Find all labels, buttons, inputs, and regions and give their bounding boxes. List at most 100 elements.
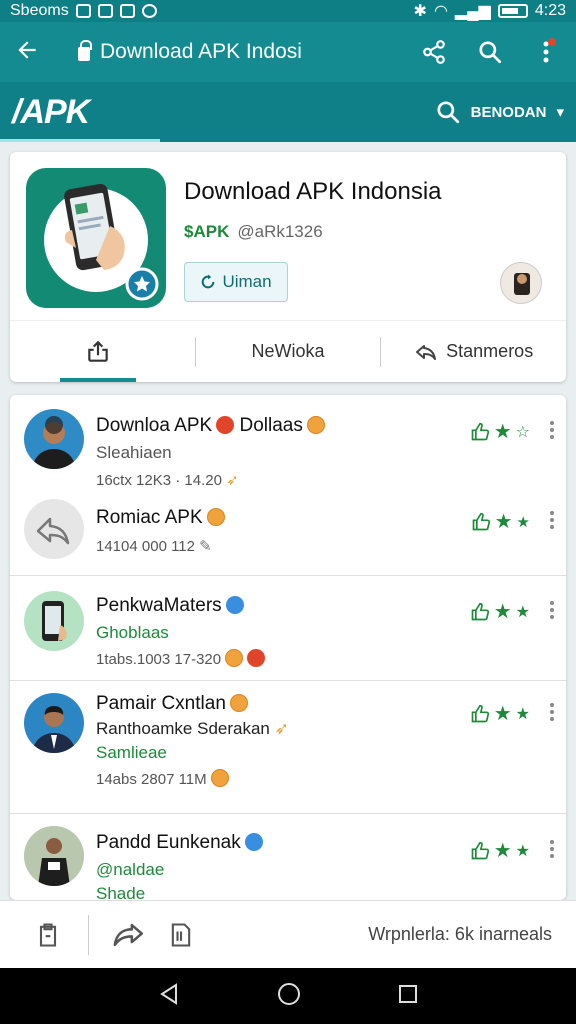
item-title: Downloa APK Dollaas bbox=[96, 415, 325, 437]
wifi-icon: ◠ bbox=[433, 3, 448, 20]
item-more-button[interactable] bbox=[550, 703, 554, 724]
chat-icon bbox=[141, 4, 157, 18]
emoji-icon bbox=[229, 694, 248, 712]
avatar bbox=[24, 693, 84, 753]
search-icon bbox=[479, 41, 502, 64]
update-button[interactable]: Uiman bbox=[184, 262, 288, 302]
item-meta: 14abs 2807 11M bbox=[96, 769, 229, 788]
item-subtitle-2: Shade bbox=[96, 884, 146, 900]
signal-icon: ▂▄▆ bbox=[454, 3, 491, 20]
notification-icon bbox=[75, 4, 91, 18]
divider bbox=[10, 680, 566, 681]
copy-button[interactable] bbox=[22, 909, 74, 961]
document-icon bbox=[171, 922, 191, 947]
notification-badge bbox=[548, 38, 556, 46]
star-outline-icon: ☆ bbox=[515, 423, 530, 441]
bottom-action-bar: Wrpnlerla: 6k inarneals bbox=[0, 900, 576, 968]
nav-home-button[interactable] bbox=[277, 982, 301, 1011]
app-bar: Download APK Indosi bbox=[0, 22, 576, 82]
brand-search-button[interactable]: BENODAN ▾ bbox=[435, 99, 564, 125]
emoji-icon bbox=[306, 416, 325, 434]
developer-avatar[interactable] bbox=[500, 262, 542, 304]
heart-icon bbox=[247, 649, 266, 667]
search-button[interactable] bbox=[474, 36, 506, 68]
rating[interactable]: ★ ★ bbox=[470, 701, 530, 726]
tab-networks[interactable]: NeWioka bbox=[196, 321, 381, 382]
document-button[interactable] bbox=[155, 909, 207, 961]
tab-streamers-label: Stanmeros bbox=[446, 341, 534, 361]
item-subtitle: @naldae bbox=[96, 860, 165, 879]
item-title: Romiac APK bbox=[96, 507, 225, 529]
person-icon bbox=[24, 826, 84, 886]
carrier-label: Sbeoms bbox=[10, 2, 69, 19]
item-more-button[interactable] bbox=[550, 511, 554, 532]
item-title: PenkwaMaters bbox=[96, 595, 244, 617]
phone-icon bbox=[42, 601, 67, 641]
update-label: Uiman bbox=[222, 272, 272, 291]
app-icon bbox=[119, 4, 135, 18]
app-handle: @aRk1326 bbox=[237, 222, 323, 241]
tab-streamers[interactable]: Stanmeros bbox=[381, 321, 566, 382]
nav-back-button[interactable] bbox=[158, 982, 180, 1010]
item-subtitle: Sleahiaen bbox=[96, 443, 172, 462]
star-icon: ★ bbox=[515, 842, 530, 860]
share-button[interactable] bbox=[418, 36, 450, 68]
item-meta: 1tabs.1003 17-320 bbox=[96, 649, 266, 668]
rocket-icon: ➶ bbox=[274, 719, 289, 738]
chevron-down-icon: ▾ bbox=[556, 104, 564, 121]
avatar bbox=[24, 499, 84, 559]
item-subtitle-2: Samlieae bbox=[96, 743, 167, 762]
back-button[interactable] bbox=[14, 37, 50, 68]
tab-share[interactable] bbox=[10, 321, 195, 382]
app-logo bbox=[26, 168, 166, 308]
rating[interactable]: ★ ★ bbox=[470, 599, 530, 624]
rating[interactable]: ★ ☆ bbox=[470, 419, 530, 444]
search-icon bbox=[437, 101, 459, 124]
divider bbox=[10, 575, 566, 576]
brand-bar: /APK BENODAN ▾ bbox=[0, 82, 576, 142]
item-subtitle: Ghoblaas bbox=[96, 623, 169, 642]
clipboard-icon bbox=[39, 922, 57, 947]
share-icon bbox=[88, 340, 109, 362]
app-title: Download APK Indonsia bbox=[184, 178, 442, 205]
share-arrow-icon bbox=[113, 923, 144, 946]
page-title: Download APK Indosi bbox=[100, 40, 302, 63]
thumb-up-icon bbox=[471, 602, 489, 620]
image-icon bbox=[97, 4, 113, 18]
star-icon: ★ bbox=[493, 703, 512, 725]
avatar bbox=[24, 409, 84, 469]
arrow-left-icon bbox=[18, 40, 36, 59]
clock: 4:23 bbox=[534, 2, 566, 19]
item-more-button[interactable] bbox=[550, 840, 554, 861]
star-icon: ★ bbox=[494, 511, 513, 533]
rocket-icon: ➶ bbox=[226, 472, 239, 489]
star-icon: ★ bbox=[515, 603, 530, 621]
item-subtitle: Ranthoamke Sderakan ➶ bbox=[96, 719, 289, 738]
thumb-up-icon bbox=[472, 512, 490, 530]
star-icon: ★ bbox=[493, 601, 512, 623]
person-icon bbox=[514, 273, 530, 295]
more-button[interactable] bbox=[530, 36, 562, 68]
bottom-status-text: Wrpnlerla: 6k inarneals bbox=[368, 924, 552, 944]
divider bbox=[10, 813, 566, 814]
emoji-icon bbox=[225, 649, 244, 667]
rating[interactable]: ★ ★ bbox=[470, 838, 530, 863]
rating[interactable]: ★ ★ bbox=[471, 509, 530, 534]
item-more-button[interactable] bbox=[550, 601, 554, 622]
verified-icon bbox=[225, 596, 244, 614]
emoji-icon bbox=[216, 416, 235, 434]
avatar bbox=[24, 591, 84, 651]
star-icon: ★ bbox=[515, 705, 530, 723]
item-meta: 16ctx 12K3 · 14.20 ➶ bbox=[96, 472, 239, 489]
item-more-button[interactable] bbox=[550, 421, 554, 442]
app-tabs: NeWioka Stanmeros bbox=[10, 320, 566, 382]
battery-icon bbox=[497, 4, 528, 18]
app-subtitle: $APK @aRk1326 bbox=[184, 222, 323, 242]
brand-logo[interactable]: /APK bbox=[12, 93, 90, 132]
person-icon bbox=[32, 706, 76, 753]
circle-home-icon bbox=[277, 982, 300, 1005]
nav-recents-button[interactable] bbox=[398, 984, 418, 1009]
brand-search-label: BENODAN bbox=[470, 103, 547, 121]
divider bbox=[88, 914, 89, 955]
share-button[interactable] bbox=[103, 909, 155, 961]
